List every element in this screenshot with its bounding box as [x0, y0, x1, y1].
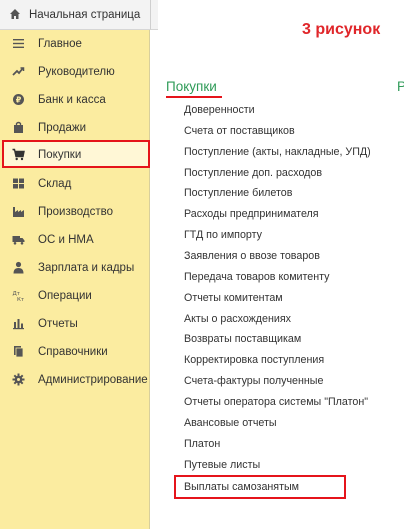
factory-icon [13, 207, 24, 217]
menu-link[interactable]: ГТД по импорту [184, 229, 262, 241]
sidebar-item-label: ОС и НМА [38, 234, 94, 246]
menu-link[interactable]: Счета-фактуры полученные [184, 375, 323, 387]
highlighted-item-frame [174, 475, 346, 499]
sidebar-item-purchases[interactable]: Покупки [0, 141, 150, 169]
sidebar-item-references[interactable]: Справочники [0, 338, 150, 366]
menu-link[interactable]: Отчеты комитентам [184, 292, 283, 304]
menu-link[interactable]: Поступление (акты, накладные, УПД) [184, 146, 371, 158]
menu-link[interactable]: Путевые листы [184, 459, 260, 471]
menu-link[interactable]: Платон [184, 438, 220, 450]
sidebar-item-label: Руководителю [38, 66, 115, 78]
menu-link[interactable]: Авансовые отчеты [184, 417, 277, 429]
section-title-underline [166, 96, 222, 98]
sidebar-item-warehouse[interactable]: Склад [0, 170, 150, 198]
warehouse-grid-icon [13, 178, 24, 189]
gear-icon [12, 373, 25, 386]
sidebar-item-administration[interactable]: Администрирование [0, 366, 150, 394]
truck-icon [12, 236, 25, 245]
menu-link[interactable]: Доверенности [184, 104, 255, 116]
sidebar-item-label: Производство [38, 206, 113, 218]
home-icon [10, 9, 20, 19]
menu-link[interactable]: Корректировка поступления [184, 354, 324, 366]
menu-link[interactable]: Возвраты поставщикам [184, 333, 301, 345]
sidebar-item-operations[interactable]: Дт Кт Операции [0, 282, 150, 310]
menu-link[interactable]: Передача товаров комитенту [184, 271, 330, 283]
dt-kt-icon: ДтКт [13, 291, 25, 302]
home-tab[interactable]: Начальная страница [0, 0, 150, 30]
sidebar-item-manager[interactable]: Руководителю [0, 58, 150, 86]
menu-link[interactable]: Отчеты оператора системы "Платон" [184, 396, 368, 408]
sidebar-item-label: Зарплата и кадры [38, 262, 135, 274]
svg-text:₽: ₽ [16, 96, 22, 105]
sidebar-item-label: Администрирование [38, 374, 148, 386]
bar-chart-icon [13, 319, 24, 330]
sidebar-item-label: Отчеты [38, 318, 78, 330]
sidebar-item-production[interactable]: Производство [0, 198, 150, 226]
coin-icon: ₽ [13, 94, 24, 105]
sidebar-item-label: Склад [38, 178, 72, 190]
sidebar-item-main[interactable]: Главное [0, 30, 150, 58]
menu-link[interactable]: Акты о расхождениях [184, 313, 291, 325]
menu-link[interactable]: Заявления о ввозе товаров [184, 250, 320, 262]
menu-link[interactable]: Счета от поставщиков [184, 125, 295, 137]
svg-text:Кт: Кт [17, 297, 25, 302]
sidebar-item-bank[interactable]: ₽ Банк и касса [0, 86, 150, 114]
sidebar-item-label: Банк и касса [38, 94, 106, 106]
section-title: Покупки [166, 79, 217, 94]
menu-link[interactable]: Расходы предпринимателя [184, 208, 319, 220]
sidebar-item-label: Справочники [38, 346, 108, 358]
next-section-title-cut: Р [397, 79, 404, 94]
tab-strip-gap [150, 0, 158, 30]
sidebar-item-label: Продажи [38, 122, 87, 134]
sidebar-item-fixed-assets[interactable]: ОС и НМА [0, 226, 150, 254]
annotation-caption: 3 рисунок [302, 21, 381, 38]
sidebar-item-label: Главное [38, 38, 82, 50]
shopping-bag-icon [14, 121, 23, 133]
menu-link[interactable]: Поступление билетов [184, 187, 292, 199]
sidebar-item-label: Операции [38, 290, 92, 302]
person-icon [13, 261, 24, 274]
sidebar-item-label: Покупки [38, 149, 82, 161]
sidebar-item-reports[interactable]: Отчеты [0, 310, 150, 338]
shopping-cart-icon [12, 148, 25, 161]
home-tab-label: Начальная страница [29, 9, 141, 21]
sidebar-item-payroll[interactable]: Зарплата и кадры [0, 254, 150, 282]
books-icon [14, 346, 24, 358]
sidebar-item-sales[interactable]: Продажи [0, 114, 150, 142]
trend-up-icon [12, 67, 25, 76]
menu-link[interactable]: Поступление доп. расходов [184, 167, 322, 179]
menu-lines-icon [13, 39, 24, 48]
